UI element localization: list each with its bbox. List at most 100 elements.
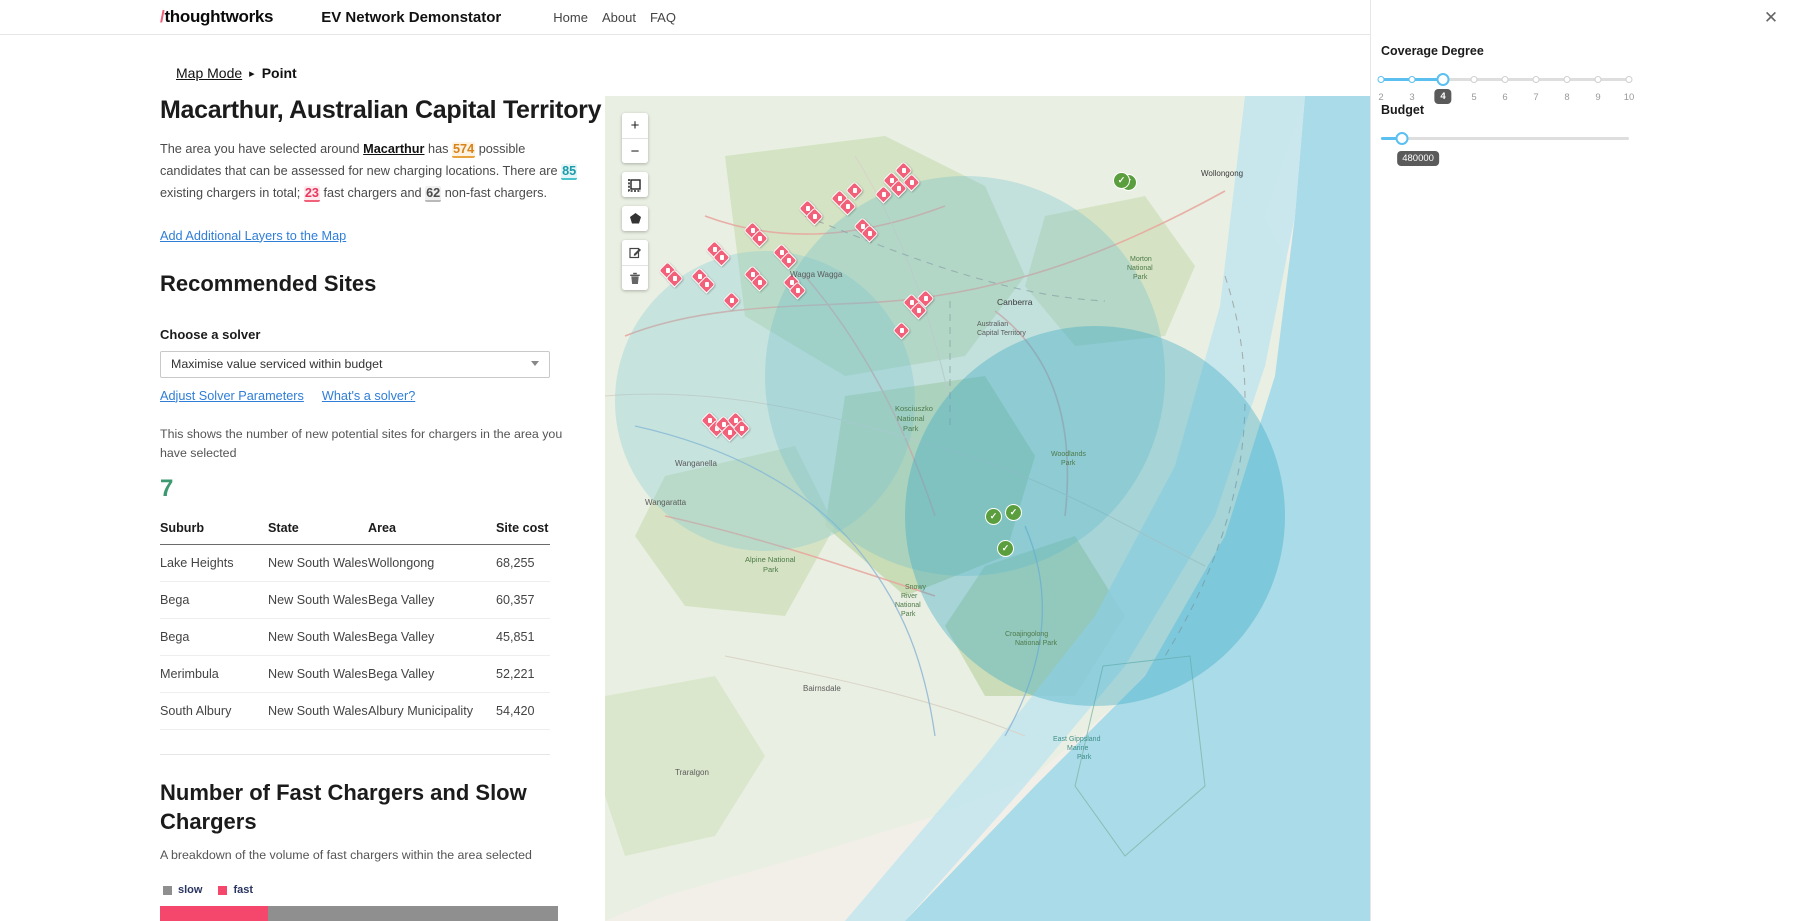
coverage-mark-7[interactable]: 7 (1533, 92, 1538, 103)
budget-track (1381, 137, 1629, 140)
charger-pin[interactable] (697, 275, 716, 297)
table-row[interactable]: Lake Heights New South Wales Wollongong … (160, 544, 550, 582)
bar-segment-fast[interactable] (160, 906, 268, 921)
rectangle-glyph (628, 178, 641, 192)
col-header-state: State (268, 520, 368, 545)
nav-link-faq[interactable]: FAQ (650, 10, 676, 25)
rectangle-select-icon[interactable] (622, 172, 648, 197)
coverage-degree-label: Coverage Degree (1381, 44, 1484, 58)
coverage-slider-thumb[interactable] (1436, 73, 1450, 86)
cell-site-cost: 45,851 (496, 618, 550, 656)
coverage-mark-10[interactable]: 10 (1624, 92, 1635, 103)
charger-pin-inner (704, 282, 709, 287)
charger-pin-inner (719, 255, 724, 260)
whats-a-solver-link[interactable]: What's a solver? (322, 389, 415, 403)
coverage-mark-4[interactable]: 4 (1434, 89, 1452, 104)
legend-label-slow: slow (178, 884, 203, 897)
coverage-dot-2[interactable] (1377, 76, 1385, 83)
coverage-mark-8[interactable]: 8 (1564, 92, 1569, 103)
charger-pin[interactable] (874, 185, 893, 207)
charger-pin[interactable] (916, 289, 935, 311)
cell-area: Albury Municipality (368, 692, 496, 730)
map-canvas[interactable]: + − Wagga Wagga Canberra Australian Capi… (605, 96, 1370, 921)
recommended-site-marker[interactable]: ✓ (1113, 172, 1130, 189)
area-description: The area you have selected around Macart… (160, 139, 585, 205)
charger-pin[interactable] (860, 224, 879, 246)
coverage-dot-7[interactable] (1532, 76, 1540, 83)
recommended-site-marker[interactable]: ✓ (985, 508, 1002, 525)
breadcrumb-map-mode[interactable]: Map Mode (176, 65, 242, 81)
charger-pin[interactable] (750, 229, 769, 251)
recommended-site-marker[interactable]: ✓ (1005, 504, 1022, 521)
coverage-blob-east (905, 326, 1285, 706)
zoom-out-button[interactable]: − (622, 138, 648, 163)
charger-pin[interactable] (845, 181, 864, 203)
coverage-dot-9[interactable] (1594, 76, 1602, 83)
close-icon[interactable]: ✕ (1760, 7, 1782, 29)
coverage-dot-10[interactable] (1625, 76, 1633, 83)
left-panel: Macarthur, Australian Capital Territory … (160, 96, 605, 921)
charger-pin[interactable] (750, 273, 769, 295)
polygon-select-icon[interactable] (622, 206, 648, 231)
charger-pin[interactable] (892, 321, 911, 343)
charger-pin[interactable] (788, 281, 807, 303)
desc-text-4: existing chargers in total; (160, 185, 304, 200)
coverage-degree-slider[interactable] (1377, 73, 1633, 87)
delete-icon[interactable] (622, 265, 648, 290)
coverage-dot-5[interactable] (1470, 76, 1478, 83)
thoughtworks-logo[interactable]: / thoughtworks (160, 7, 274, 27)
coverage-mark-6[interactable]: 6 (1502, 92, 1507, 103)
charger-pin[interactable] (732, 419, 751, 441)
edit-icon[interactable] (622, 240, 648, 265)
desc-text-5: fast chargers and (320, 185, 426, 200)
recommended-site-marker[interactable]: ✓ (997, 540, 1014, 557)
stat-slow-chargers: 62 (425, 185, 442, 202)
charger-pin-inner (852, 188, 857, 193)
cell-suburb: Bega (160, 581, 268, 619)
nav-link-home[interactable]: Home (553, 10, 588, 25)
charger-pin[interactable] (712, 248, 731, 270)
nav-link-about[interactable]: About (602, 10, 636, 25)
sites-note: This shows the number of new potential s… (160, 426, 563, 460)
budget-control: Budget 480000 (1381, 103, 1651, 171)
charger-pin-inner (729, 298, 734, 303)
cell-state: New South Wales (268, 544, 368, 582)
adjust-solver-parameters-link[interactable]: Adjust Solver Parameters (160, 389, 304, 403)
coverage-mark-9[interactable]: 9 (1595, 92, 1600, 103)
breadcrumb-separator-icon: ▸ (249, 67, 255, 80)
coverage-mark-5[interactable]: 5 (1471, 92, 1476, 103)
table-header-row: Suburb State Area Site cost (160, 520, 550, 545)
legend-item-fast[interactable]: fast (218, 884, 253, 896)
table-row[interactable]: Merimbula New South Wales Bega Valley 52… (160, 655, 550, 693)
coverage-mark-3[interactable]: 3 (1409, 92, 1414, 103)
budget-label: Budget (1381, 103, 1425, 117)
charger-pin[interactable] (779, 251, 798, 273)
charger-pin[interactable] (902, 173, 921, 195)
charger-pin[interactable] (665, 269, 684, 291)
coverage-dot-6[interactable] (1501, 76, 1509, 83)
coverage-dot-3[interactable] (1408, 76, 1416, 83)
add-layers-link[interactable]: Add Additional Layers to the Map (160, 229, 346, 243)
table-row[interactable]: South Albury New South Wales Albury Muni… (160, 692, 550, 730)
bar-segment-slow[interactable] (267, 906, 558, 921)
table-row[interactable]: Bega New South Wales Bega Valley 60,357 (160, 581, 550, 619)
charger-pin[interactable] (722, 291, 741, 313)
coverage-dot-8[interactable] (1563, 76, 1571, 83)
budget-slider[interactable] (1381, 132, 1629, 146)
budget-slider-thumb[interactable] (1395, 132, 1409, 145)
coverage-mark-2[interactable]: 2 (1378, 92, 1383, 103)
charger-pin-inner (786, 258, 791, 263)
breadcrumb: Map Mode ▸ Point (176, 65, 297, 81)
solver-select[interactable]: Maximise value serviced within budget (160, 350, 550, 378)
chart-legend: slow fast (163, 884, 572, 896)
legend-item-slow[interactable]: slow (163, 884, 202, 896)
cell-state: New South Wales (268, 655, 368, 693)
table-row[interactable]: Bega New South Wales Bega Valley 45,851 (160, 618, 550, 656)
charger-pin-inner (923, 296, 928, 301)
charger-pin[interactable] (805, 207, 824, 229)
zoom-in-button[interactable]: + (622, 113, 648, 138)
sites-count: 7 (160, 474, 174, 502)
chart-stacked-bar[interactable] (160, 906, 572, 921)
charger-pin-inner (845, 204, 850, 209)
app-root: / thoughtworks EV Network Demonstator Hom… (0, 0, 1800, 921)
